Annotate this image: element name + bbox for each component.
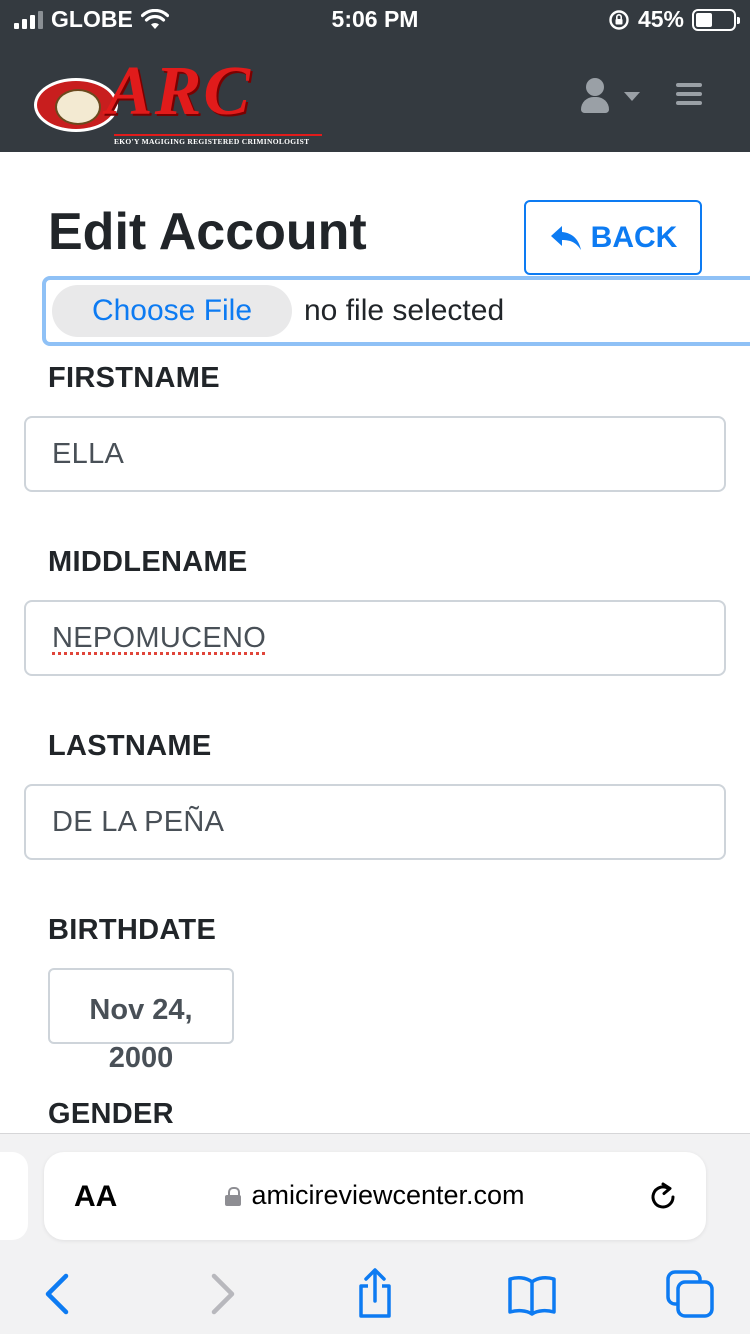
lastname-value: DE LA PEÑA: [52, 805, 225, 838]
bookmarks-icon[interactable]: [506, 1268, 558, 1320]
caret-down-icon: [624, 92, 640, 101]
browser-toolbar: [0, 1264, 750, 1324]
firstname-value: ELLA: [52, 437, 125, 470]
hamburger-line: [676, 101, 702, 105]
hamburger-menu-button[interactable]: [676, 83, 702, 105]
middlename-label: MIDDLENAME: [48, 546, 248, 578]
birthdate-label: BIRTHDATE: [48, 914, 217, 946]
battery-icon: [692, 8, 740, 31]
back-arrow-icon[interactable]: [34, 1268, 86, 1320]
lock-icon: [225, 1186, 242, 1206]
file-status: no file selected: [304, 294, 505, 327]
birthdate-value: Nov 24, 2000: [48, 986, 234, 1082]
gender-label: GENDER: [48, 1098, 174, 1130]
choose-file-button[interactable]: Choose File: [52, 285, 292, 337]
firstname-input[interactable]: ELLA: [24, 416, 726, 492]
file-input[interactable]: Choose File no file selected: [42, 276, 750, 346]
user-icon-body: [581, 97, 609, 113]
browser-bottom-bar: AA amicireviewcenter.com: [0, 1133, 750, 1334]
url-display[interactable]: amicireviewcenter.com: [44, 1180, 706, 1211]
status-bar: GLOBE 5:06 PM 45%: [0, 0, 750, 40]
url-text: amicireviewcenter.com: [251, 1180, 525, 1210]
middlename-value: NEPOMUCENO: [52, 621, 267, 654]
lastname-input[interactable]: DE LA PEÑA: [24, 784, 726, 860]
firstname-label: FIRSTNAME: [48, 362, 220, 394]
user-icon: [586, 78, 604, 96]
user-dropdown-button[interactable]: [580, 78, 642, 114]
hamburger-icon: [676, 83, 702, 87]
reply-arrow-icon: [550, 225, 581, 250]
back-button-label: BACK: [590, 220, 678, 254]
lastname-label: LASTNAME: [48, 730, 212, 762]
hamburger-line: [676, 92, 702, 96]
navbar: ARC EKO'Y MAGIGING REGISTERED CRIMINOLOG…: [0, 40, 750, 152]
logo-text: ARC: [106, 53, 253, 130]
battery-percent: 45%: [637, 6, 684, 32]
site-logo[interactable]: ARC EKO'Y MAGIGING REGISTERED CRIMINOLOG…: [34, 53, 324, 146]
previous-tab-preview[interactable]: [0, 1152, 28, 1240]
page-title: Edit Account: [48, 203, 367, 261]
birthdate-line1: Nov 24,: [89, 994, 193, 1026]
middlename-input[interactable]: NEPOMUCENO: [24, 600, 726, 676]
forward-arrow-icon[interactable]: [194, 1268, 246, 1320]
back-button[interactable]: BACK: [524, 200, 702, 275]
status-right: 45%: [608, 6, 740, 33]
share-icon[interactable]: [349, 1268, 401, 1320]
reload-icon[interactable]: [646, 1180, 680, 1214]
logo-subtitle: EKO'Y MAGIGING REGISTERED CRIMINOLOGIST: [114, 134, 322, 146]
address-bar[interactable]: AA amicireviewcenter.com: [44, 1152, 706, 1240]
battery-fill: [696, 12, 713, 27]
tabs-icon[interactable]: [664, 1268, 716, 1320]
birthdate-line2: 2000: [108, 1042, 174, 1074]
orientation-lock-icon: [609, 9, 629, 30]
